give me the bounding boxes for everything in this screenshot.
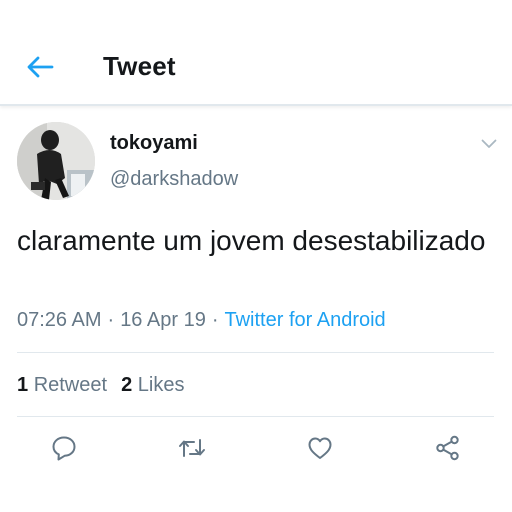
share-button[interactable] xyxy=(432,432,464,464)
meta-separator: · xyxy=(211,309,219,331)
top-app-bar: Tweet xyxy=(0,0,512,106)
reply-icon xyxy=(52,436,76,461)
retweet-count: 1 xyxy=(17,374,29,396)
user-handle[interactable]: @darkshadow xyxy=(110,168,238,191)
heart-icon xyxy=(308,437,332,459)
profile-photo xyxy=(17,122,95,200)
divider xyxy=(17,416,494,417)
chevron-down-icon xyxy=(481,139,497,148)
tweet-menu-button[interactable] xyxy=(478,134,500,154)
tweet-source-link[interactable]: Twitter for Android xyxy=(224,309,385,331)
divider xyxy=(17,352,494,353)
likes-stat[interactable]: 2 Likes xyxy=(121,374,184,396)
like-count: 2 xyxy=(121,374,133,396)
tweet-stats: 1 Retweet 2 Likes xyxy=(17,374,184,397)
display-name[interactable]: tokoyami xyxy=(110,132,198,155)
retweet-label: Retweet xyxy=(33,374,108,396)
like-label: Likes xyxy=(137,374,185,396)
avatar[interactable] xyxy=(17,122,95,200)
tweet-date: 16 Apr 19 xyxy=(120,309,206,331)
retweets-stat[interactable]: 1 Retweet xyxy=(17,374,107,396)
retweet-icon xyxy=(179,439,205,457)
back-button[interactable] xyxy=(20,50,60,84)
retweet-button[interactable] xyxy=(176,432,208,464)
like-button[interactable] xyxy=(304,432,336,464)
tweet-time: 07:26 AM xyxy=(17,309,102,331)
page-title: Tweet xyxy=(103,51,176,81)
tweet-meta: 07:26 AM · 16 Apr 19 · Twitter for Android xyxy=(17,309,386,332)
reply-button[interactable] xyxy=(48,432,80,464)
arrow-left-icon xyxy=(27,56,54,78)
tweet-text: claramente um jovem desestabilizado xyxy=(17,225,486,256)
share-icon xyxy=(436,435,459,461)
meta-separator: · xyxy=(107,309,115,331)
